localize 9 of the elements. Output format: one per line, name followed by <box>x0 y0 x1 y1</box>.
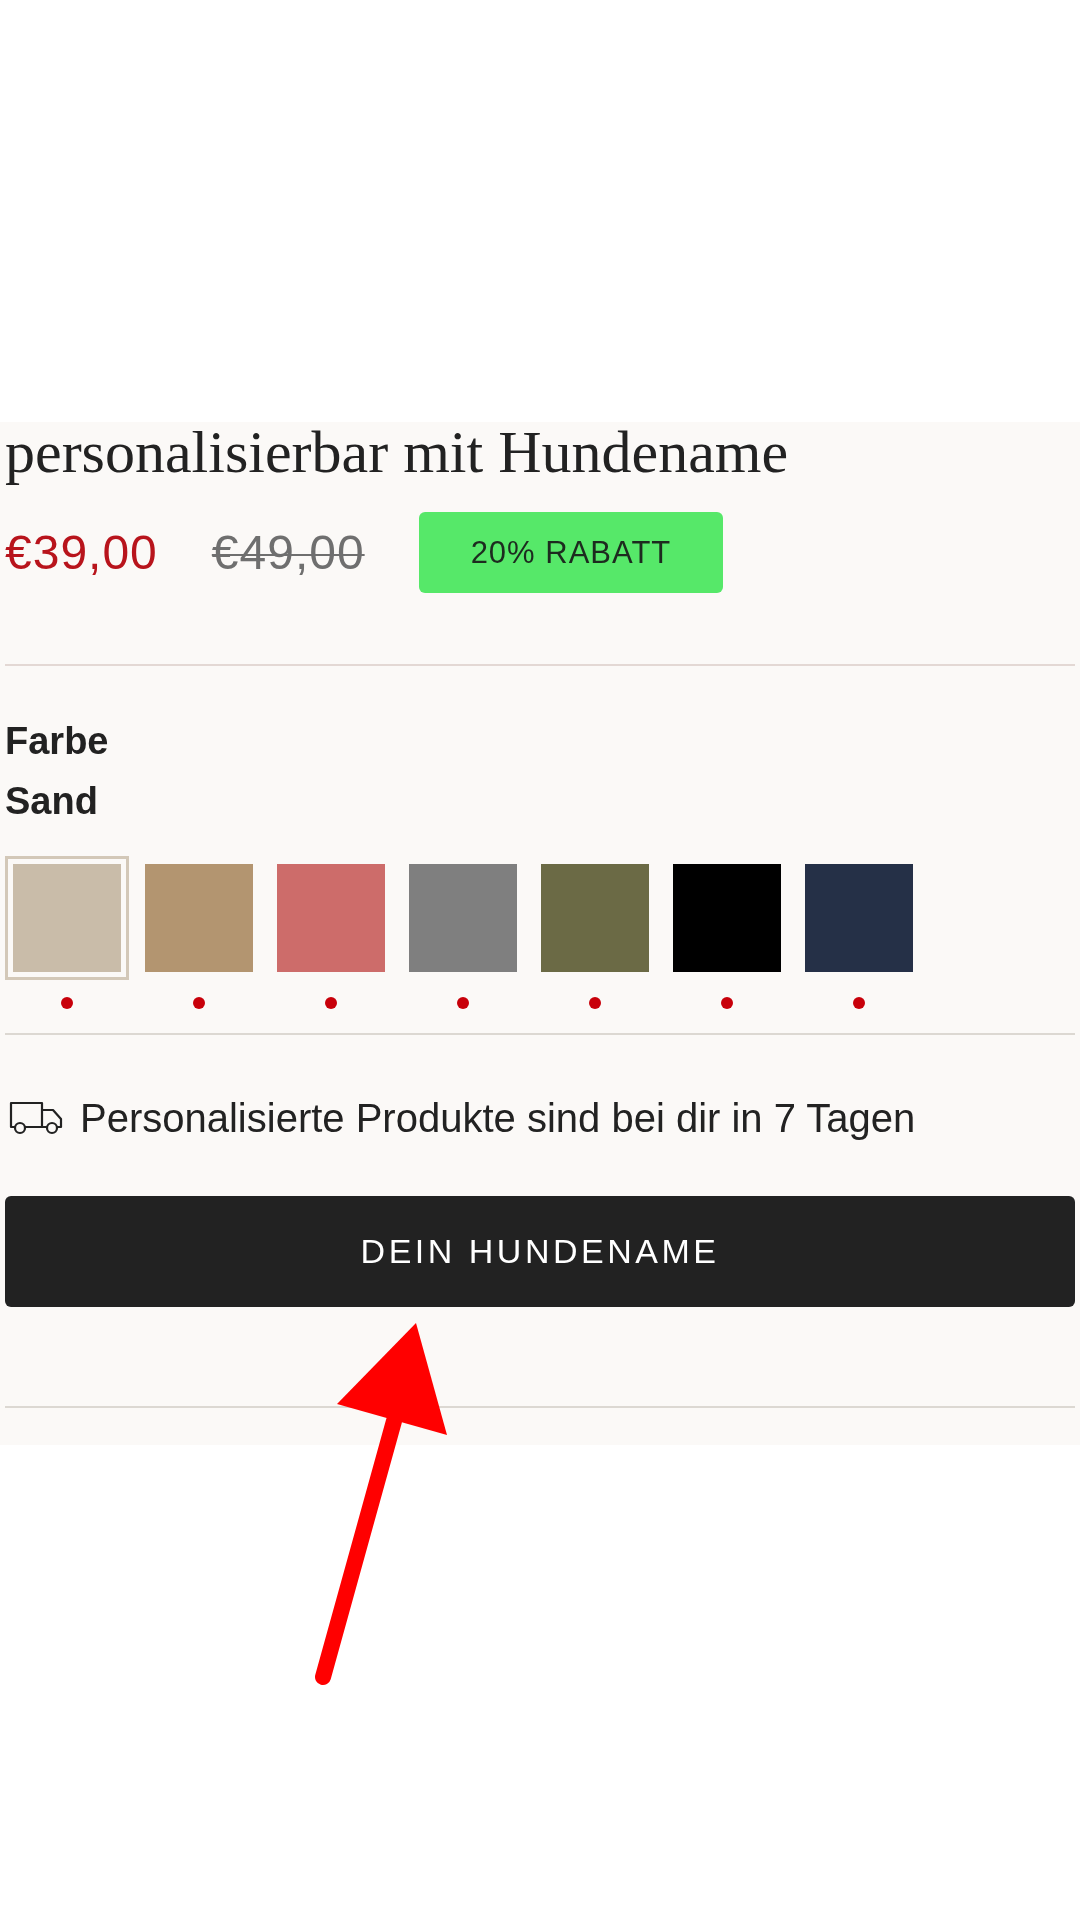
option-label: Farbe <box>5 719 110 764</box>
color-swatch[interactable] <box>5 856 129 980</box>
truck-icon <box>8 1100 64 1136</box>
option-value: Sand <box>5 779 99 824</box>
discount-badge: 20% RABATT <box>418 512 724 593</box>
original-price: €49,00 <box>211 524 365 581</box>
sale-price: €39,00 <box>5 524 158 581</box>
personalize-button[interactable]: DEIN HUNDENAME <box>5 1196 1075 1307</box>
delivery-note: Personalisierte Produkte sind bei dir in 7 Tagen <box>80 1095 916 1142</box>
